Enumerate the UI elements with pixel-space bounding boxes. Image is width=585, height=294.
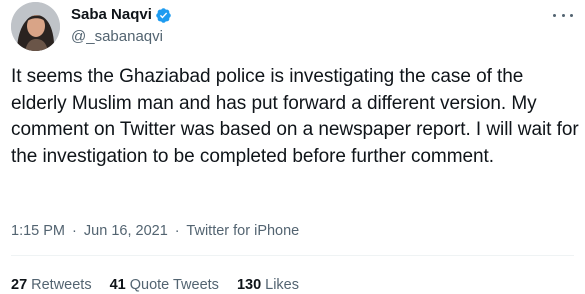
avatar[interactable] xyxy=(11,2,60,51)
retweets-count: 27 xyxy=(11,277,28,293)
tweet-source[interactable]: Twitter for iPhone xyxy=(186,223,299,239)
retweets-label: Retweets xyxy=(31,277,92,293)
separator: · xyxy=(72,223,77,239)
quote-tweets-stat[interactable]: 41 Quote Tweets xyxy=(110,276,219,294)
tweet-text: It seems the Ghaziabad police is investi… xyxy=(11,66,579,167)
dot xyxy=(570,13,573,17)
tweet-date[interactable]: Jun 16, 2021 xyxy=(84,223,168,239)
divider xyxy=(11,255,574,256)
likes-label: Likes xyxy=(265,277,299,293)
display-name[interactable]: Saba Naqvi xyxy=(71,6,152,24)
tweet-card: Saba Naqvi @_sabanaqvi It seems the Ghaz… xyxy=(0,0,585,294)
name-row: Saba Naqvi xyxy=(71,6,172,24)
quote-tweets-count: 41 xyxy=(109,277,126,293)
tweet-time[interactable]: 1:15 PM xyxy=(11,223,65,239)
user-handle[interactable]: @_sabanaqvi xyxy=(71,28,172,46)
quote-tweets-label: Quote Tweets xyxy=(129,277,219,293)
verified-badge-icon xyxy=(155,7,172,24)
more-dots-icon[interactable] xyxy=(553,8,573,22)
engagement-stats: 27 Retweets 41 Quote Tweets 130 Likes xyxy=(11,276,317,294)
user-info: Saba Naqvi @_sabanaqvi xyxy=(71,6,172,46)
likes-count: 130 xyxy=(236,277,262,293)
dot xyxy=(561,13,565,17)
avatar-photo xyxy=(11,2,60,51)
tweet-metadata: 1:15 PM · Jun 16, 2021 · Twitter for iPh… xyxy=(11,222,299,240)
likes-stat[interactable]: 130 Likes xyxy=(237,276,299,294)
separator: · xyxy=(174,223,180,239)
dot xyxy=(553,13,556,17)
retweets-stat[interactable]: 27 Retweets xyxy=(11,276,92,294)
